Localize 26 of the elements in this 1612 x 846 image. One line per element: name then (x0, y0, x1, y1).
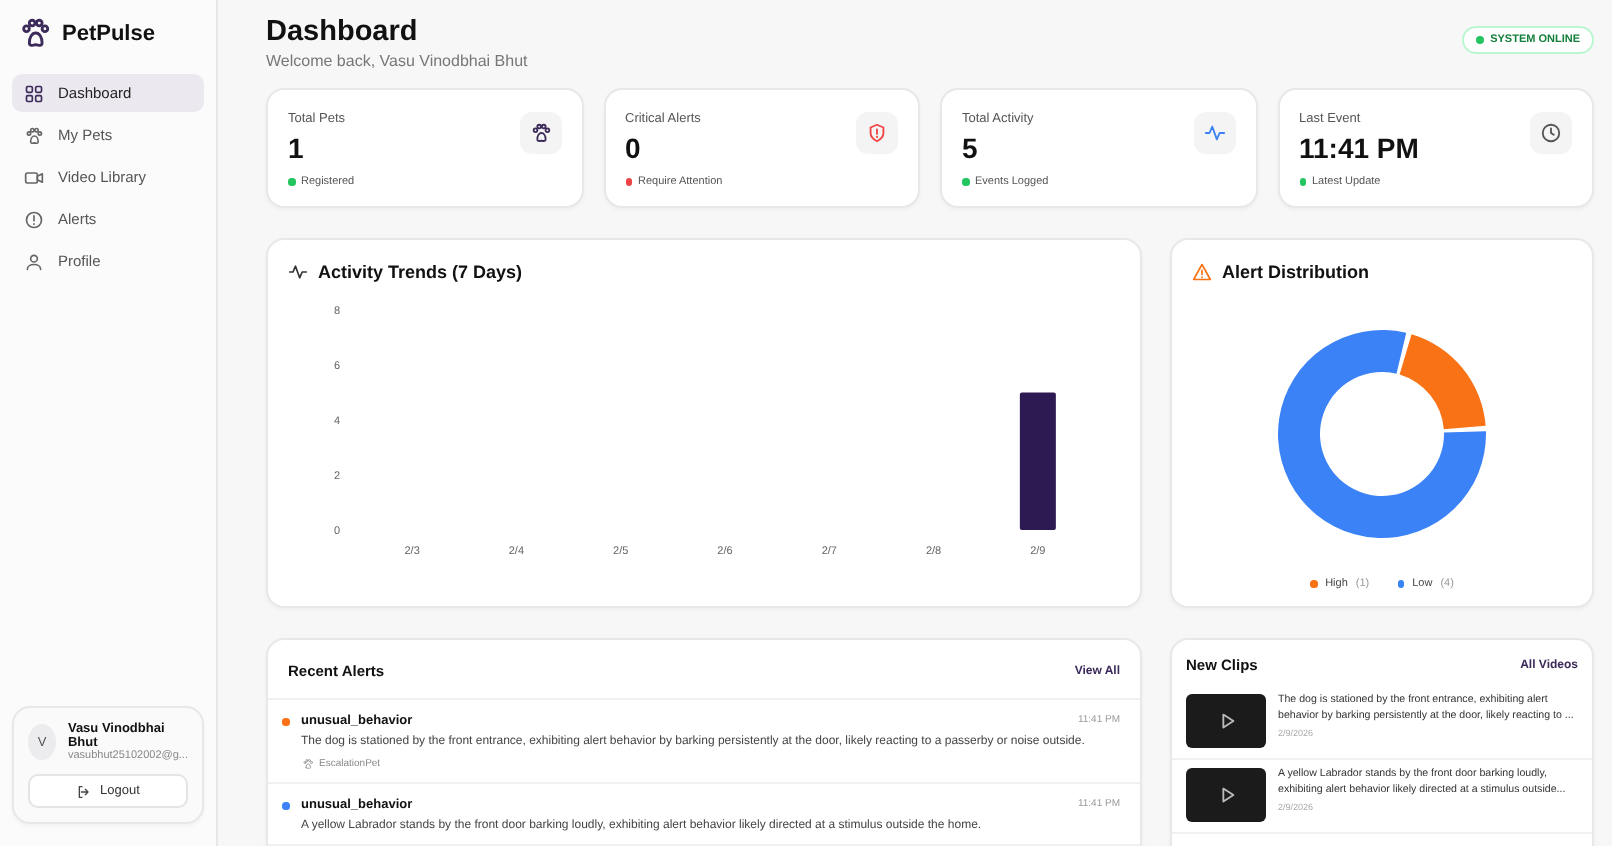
alert-circle-icon (24, 209, 44, 229)
warning-icon (1192, 262, 1212, 282)
stat-value: 11:41 PM (1299, 132, 1419, 164)
paw-icon (24, 125, 44, 145)
video-thumbnail[interactable] (1186, 768, 1266, 822)
welcome-text: Welcome back, Vasu Vinodbhai Bhut (266, 52, 528, 70)
brand-name: PetPulse (62, 21, 155, 45)
stat-value: 0 (625, 132, 643, 164)
user-icon (24, 251, 44, 271)
bar (1019, 392, 1056, 530)
pulse-icon (1203, 122, 1225, 144)
grid-icon (24, 83, 44, 103)
clock-icon (1540, 122, 1562, 144)
paw-logo-icon (18, 16, 52, 50)
page-title: Dashboard (266, 16, 420, 48)
card-title: Alert Distribution (1222, 262, 1369, 282)
stat-value: 1 (288, 132, 306, 164)
paw-icon (301, 758, 313, 770)
stat-value: 5 (962, 132, 980, 164)
video-thumbnail[interactable] (1186, 694, 1266, 748)
shield-icon (866, 122, 888, 144)
video-camera-icon (24, 167, 44, 187)
logout-icon (76, 783, 93, 799)
paw-icon (529, 122, 551, 144)
pulse-icon (288, 262, 308, 282)
card-title: Activity Trends (7 Days) (318, 262, 523, 282)
